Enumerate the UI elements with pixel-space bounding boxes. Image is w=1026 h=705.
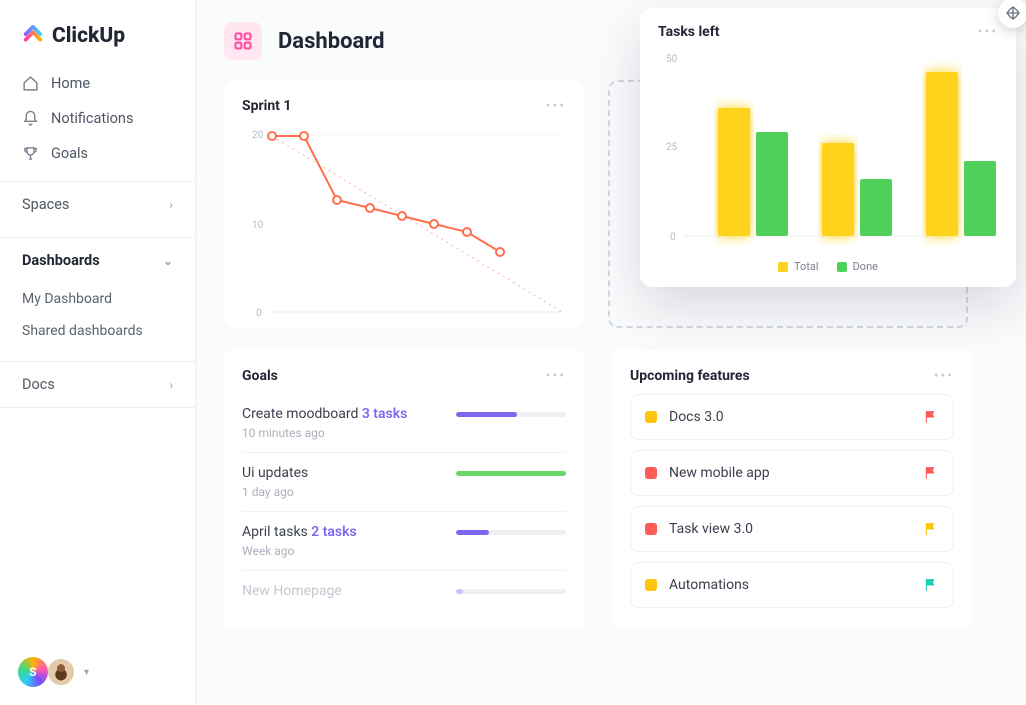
tasks-left-title: Tasks left — [658, 24, 720, 40]
tasks-left-card[interactable]: Tasks left ••• 50 25 0 Total Done — [640, 8, 1016, 287]
section-label: Spaces — [22, 196, 69, 213]
trophy-icon — [22, 145, 39, 162]
brand-logo[interactable]: ClickUp — [0, 24, 195, 66]
card-menu-button[interactable]: ••• — [546, 368, 566, 384]
tasks-left-chart: 50 25 0 — [658, 50, 998, 250]
feature-name: Docs 3.0 — [669, 409, 724, 425]
goal-task-count: 2 tasks — [311, 524, 357, 540]
nav-label: Notifications — [51, 110, 133, 127]
bell-icon — [22, 110, 39, 127]
section-dashboards[interactable]: Dashboards ⌄ — [0, 237, 195, 283]
status-square-icon — [645, 467, 657, 479]
goal-task-count: 3 tasks — [362, 406, 408, 422]
nav-notifications[interactable]: Notifications — [10, 101, 185, 136]
feature-row[interactable]: Task view 3.0 — [630, 506, 954, 552]
status-square-icon — [645, 579, 657, 591]
caret-down-icon: ▾ — [84, 667, 89, 678]
goals-title: Goals — [242, 368, 278, 384]
nav-goals[interactable]: Goals — [10, 136, 185, 171]
features-title: Upcoming features — [630, 368, 750, 384]
drag-handle[interactable] — [998, 0, 1026, 28]
sidebar-item-shared-dashboards[interactable]: Shared dashboards — [22, 315, 173, 347]
avatar: S — [18, 657, 48, 687]
priority-flag-icon[interactable] — [923, 521, 939, 537]
goal-row[interactable]: April tasks 2 tasks Week ago — [242, 512, 566, 571]
svg-text:10: 10 — [252, 220, 264, 231]
progress-bar — [456, 471, 566, 476]
sprint-card: Sprint 1 ••• 20 10 0 — [224, 80, 584, 328]
progress-bar — [456, 412, 566, 417]
section-spaces[interactable]: Spaces › — [0, 181, 195, 227]
goal-name: April tasks 2 tasks — [242, 524, 357, 540]
priority-flag-icon[interactable] — [923, 465, 939, 481]
legend-done: Done — [853, 260, 878, 273]
nav-label: Goals — [51, 145, 88, 162]
brand-name: ClickUp — [52, 24, 125, 48]
progress-bar — [456, 530, 566, 535]
legend-total: Total — [794, 260, 819, 273]
sidebar-item-my-dashboard[interactable]: My Dashboard — [22, 283, 173, 315]
status-square-icon — [645, 523, 657, 535]
svg-text:0: 0 — [256, 308, 262, 319]
sidebar: ClickUp Home Notifications Goals Spaces … — [0, 0, 196, 705]
section-label: Docs — [22, 376, 55, 393]
card-menu-button[interactable]: ••• — [934, 368, 954, 384]
avatar — [46, 657, 76, 687]
chart-legend: Total Done — [658, 260, 998, 273]
page-title: Dashboard — [278, 29, 385, 54]
priority-flag-icon[interactable] — [923, 409, 939, 425]
chevron-down-icon: ⌄ — [163, 254, 173, 268]
dashboard-icon — [224, 22, 262, 60]
goal-row[interactable]: Ui updates 1 day ago — [242, 453, 566, 512]
goal-name: Ui updates — [242, 465, 308, 481]
chevron-right-icon: › — [169, 198, 173, 212]
section-docs[interactable]: Docs › — [0, 361, 195, 408]
upcoming-features-card: Upcoming features ••• Docs 3.0 New mobile… — [612, 350, 972, 629]
nav-home[interactable]: Home — [10, 66, 185, 101]
goal-row[interactable]: Create moodboard 3 tasks 10 minutes ago — [242, 394, 566, 453]
feature-name: New mobile app — [669, 465, 770, 481]
progress-bar — [456, 589, 566, 594]
goal-time: Week ago — [242, 544, 566, 558]
feature-row[interactable]: Automations — [630, 562, 954, 608]
svg-text:50: 50 — [666, 54, 678, 65]
feature-name: Task view 3.0 — [669, 521, 753, 537]
goal-row[interactable]: New Homepage — [242, 571, 566, 611]
goal-name: Create moodboard 3 tasks — [242, 406, 407, 422]
card-menu-button[interactable]: ••• — [978, 24, 998, 40]
user-switcher[interactable]: S ▾ — [18, 657, 89, 687]
svg-text:20: 20 — [252, 130, 264, 141]
goal-name: New Homepage — [242, 583, 342, 599]
status-square-icon — [645, 411, 657, 423]
goals-card: Goals ••• Create moodboard 3 tasks 10 min… — [224, 350, 584, 629]
home-icon — [22, 75, 39, 92]
goal-time: 10 minutes ago — [242, 426, 566, 440]
card-menu-button[interactable]: ••• — [546, 98, 566, 114]
nav-label: Home — [51, 75, 90, 92]
chevron-right-icon: › — [169, 378, 173, 392]
clickup-logo-icon — [22, 25, 44, 47]
section-label: Dashboards — [22, 252, 100, 269]
sprint-chart: 20 10 0 — [242, 124, 566, 324]
feature-row[interactable]: New mobile app — [630, 450, 954, 496]
feature-name: Automations — [669, 577, 749, 593]
svg-text:25: 25 — [666, 142, 678, 153]
priority-flag-icon[interactable] — [923, 577, 939, 593]
goal-time: 1 day ago — [242, 485, 566, 499]
feature-row[interactable]: Docs 3.0 — [630, 394, 954, 440]
svg-text:0: 0 — [670, 232, 676, 243]
sprint-title: Sprint 1 — [242, 98, 291, 114]
